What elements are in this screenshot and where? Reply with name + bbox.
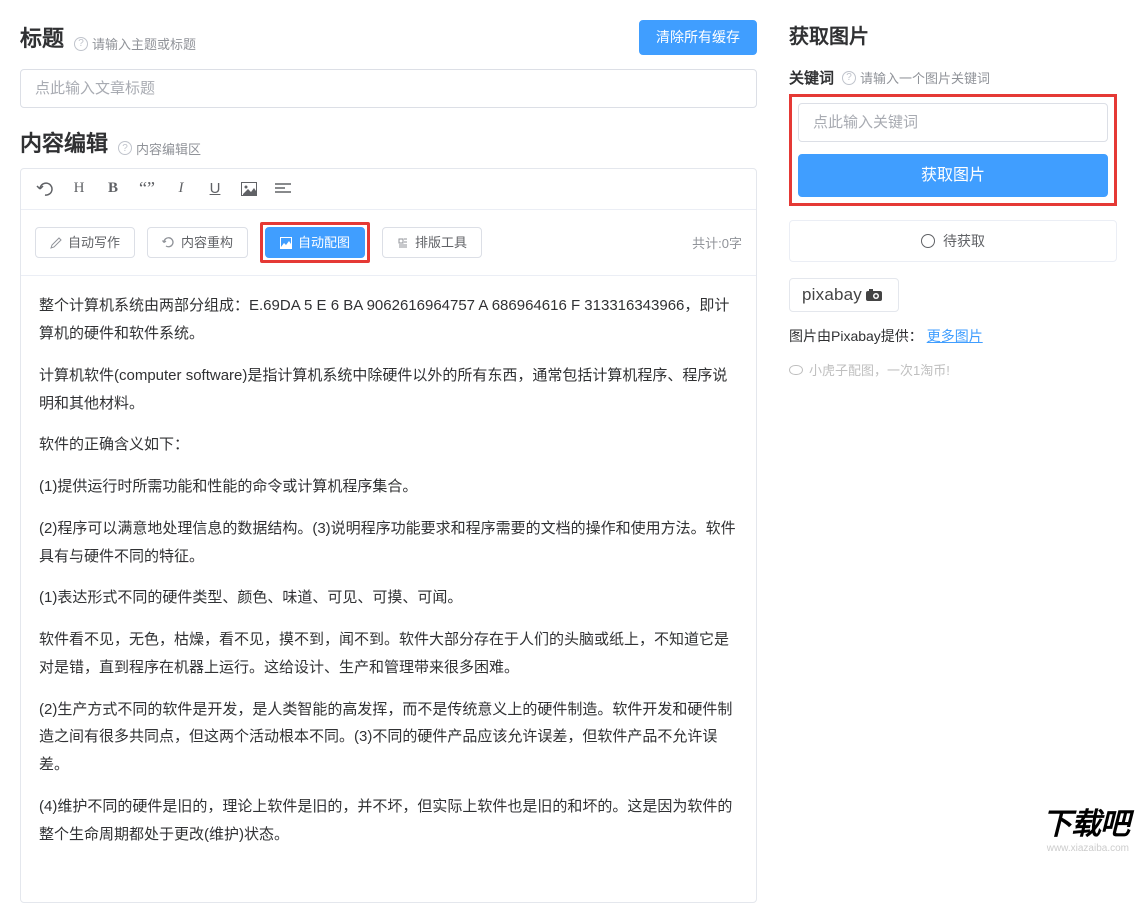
format-toolbar: H B “” I U	[21, 169, 756, 210]
clear-cache-button[interactable]: 清除所有缓存	[639, 20, 757, 55]
title-heading: 标题	[20, 21, 64, 53]
highlight-fetch-box: 获取图片	[789, 94, 1117, 206]
auto-image-button[interactable]: 自动配图	[265, 227, 365, 259]
quote-icon[interactable]: “”	[137, 179, 157, 199]
editor-body[interactable]: 整个计算机系统由两部分组成：E.69DA 5 E 6 BA 9062616964…	[21, 276, 756, 902]
restructure-button[interactable]: 内容重构	[147, 227, 248, 259]
undo-icon[interactable]	[35, 179, 55, 199]
content-hint: ? 内容编辑区	[118, 139, 201, 158]
watermark: 下载吧 www.xiazaiba.com	[1042, 799, 1129, 854]
paragraph: (1)表达形式不同的硬件类型、颜色、味道、可见、可摸、可闻。	[39, 584, 738, 612]
bold-icon[interactable]: B	[103, 179, 123, 199]
paragraph: (2)生产方式不同的软件是开发，是人类智能的高发挥，而不是传统意义上的硬件制造。…	[39, 696, 738, 779]
layout-tool-button[interactable]: 排版工具	[382, 227, 482, 259]
heading-icon[interactable]: H	[69, 179, 89, 199]
help-icon: ?	[74, 37, 88, 51]
action-toolbar: 自动写作 内容重构 自动配图 排版工具 共计:0字	[21, 210, 756, 277]
paragraph: 软件的正确含义如下：	[39, 431, 738, 459]
pencil-icon	[50, 237, 62, 249]
underline-icon[interactable]: U	[205, 179, 225, 199]
footer-note: 小虎子配图，一次1淘币!	[789, 360, 1117, 379]
help-icon: ?	[842, 71, 856, 85]
paragraph: 计算机软件(computer software)是指计算机系统中除硬件以外的所有…	[39, 362, 738, 418]
refresh-icon	[162, 236, 175, 249]
pixabay-badge: pixabay	[789, 278, 899, 312]
pending-status: 待获取	[789, 220, 1117, 262]
align-icon[interactable]	[273, 179, 293, 199]
paragraph: (2)程序可以满意地处理信息的数据结构。(3)说明程序功能要求和程序需要的文档的…	[39, 515, 738, 571]
keyword-input[interactable]	[798, 103, 1108, 142]
auto-write-button[interactable]: 自动写作	[35, 227, 135, 259]
more-images-link[interactable]: 更多图片	[927, 328, 983, 344]
paragraph: (4)维护不同的硬件是旧的，理论上软件是旧的，并不坏，但实际上软件也是旧的和坏的…	[39, 793, 738, 849]
help-icon: ?	[118, 141, 132, 155]
camera-icon	[866, 289, 886, 301]
word-count: 共计:0字	[692, 233, 742, 252]
content-heading: 内容编辑	[20, 126, 108, 158]
italic-icon[interactable]: I	[171, 179, 191, 199]
provided-by-line: 图片由Pixabay提供： 更多图片	[789, 326, 1117, 346]
layout-icon	[397, 237, 409, 249]
status-circle-icon	[921, 234, 935, 248]
keyword-hint: ? 请输入一个图片关键词	[842, 68, 990, 87]
title-hint: ? 请输入主题或标题	[74, 34, 196, 53]
highlight-auto-image: 自动配图	[260, 222, 370, 264]
article-title-input[interactable]	[20, 69, 757, 108]
image-icon[interactable]	[239, 179, 259, 199]
fetch-image-heading: 获取图片	[789, 20, 1117, 49]
cloud-icon	[789, 365, 803, 375]
fetch-image-button[interactable]: 获取图片	[798, 154, 1108, 197]
paragraph: (1)提供运行时所需功能和性能的命令或计算机程序集合。	[39, 473, 738, 501]
paragraph: 整个计算机系统由两部分组成：E.69DA 5 E 6 BA 9062616964…	[39, 292, 738, 348]
keyword-label: 关键词	[789, 67, 834, 88]
picture-icon	[280, 237, 292, 249]
paragraph: 软件看不见，无色，枯燥，看不见，摸不到，闻不到。软件大部分存在于人们的头脑或纸上…	[39, 626, 738, 682]
editor-container: H B “” I U 自动写作 内容重构	[20, 168, 757, 903]
